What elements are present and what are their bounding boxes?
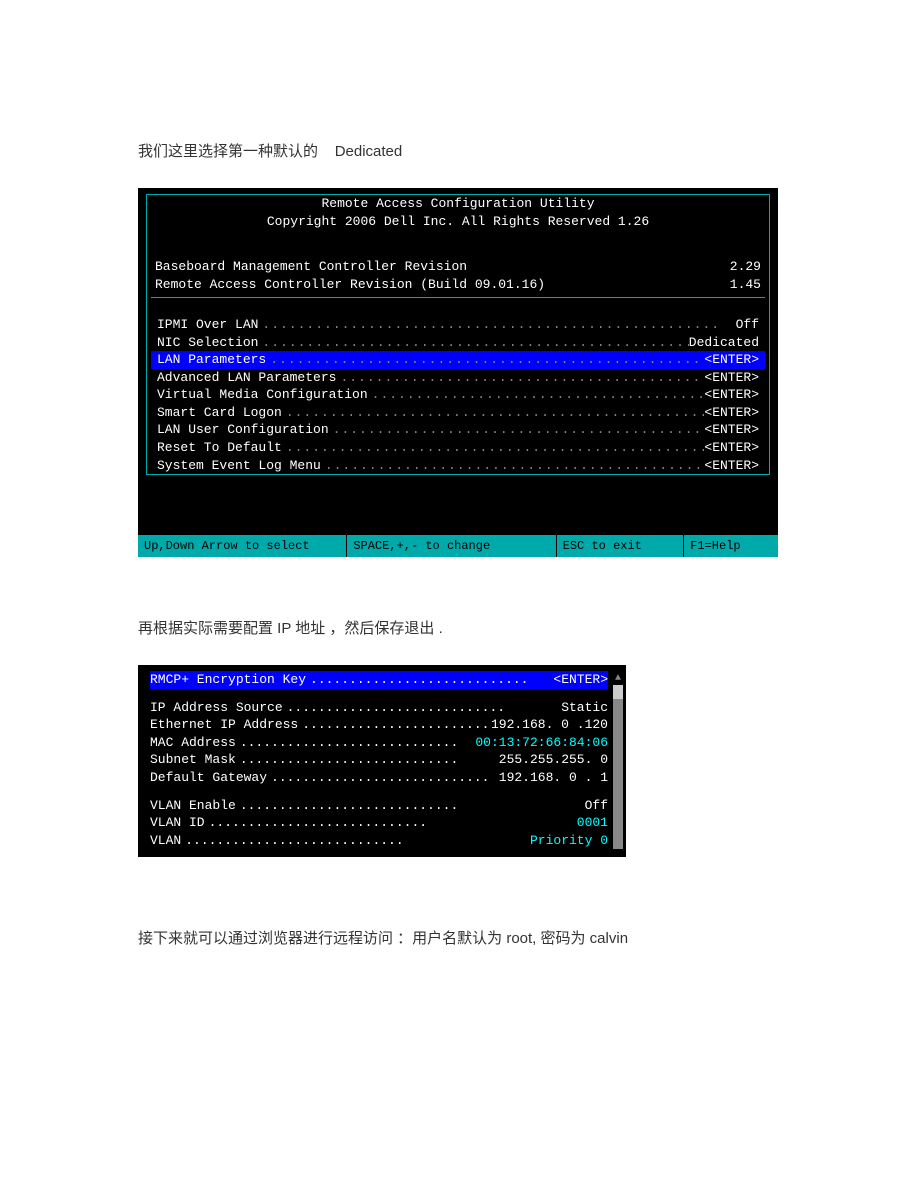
scroll-thumb[interactable] — [613, 685, 623, 699]
config-value: Priority 0 — [530, 832, 608, 850]
info-value: 2.29 — [730, 258, 761, 276]
menu-value: <ENTER> — [704, 404, 759, 422]
menu-fill: ........................................… — [282, 439, 705, 457]
menu-label: LAN User Configuration — [157, 421, 329, 439]
config-value: 255.255.255. 0 — [499, 751, 608, 769]
menu-value: <ENTER> — [704, 421, 759, 439]
status-help-hint: F1=Help — [684, 535, 778, 557]
config-row[interactable]: VLAN ............................Priorit… — [150, 832, 608, 850]
title-line-1: Remote Access Configuration Utility — [151, 195, 765, 213]
menu-item[interactable]: IPMI Over LAN ..........................… — [151, 316, 765, 334]
config-label: VLAN ID — [150, 814, 205, 832]
config-fill: ............................ — [306, 671, 553, 689]
info-row: Remote Access Controller Revision (Build… — [151, 276, 765, 294]
config-label: MAC Address — [150, 734, 236, 752]
config-fill: ............................ — [236, 734, 476, 752]
info-row: Baseboard Management Controller Revision… — [151, 258, 765, 276]
menu-label: Virtual Media Configuration — [157, 386, 368, 404]
config-fill: ............................ — [181, 832, 530, 850]
paragraph-1-suffix: Dedicated — [335, 143, 403, 160]
menu-item[interactable]: Smart Card Logon .......................… — [151, 404, 765, 422]
config-fill: ............................ — [283, 699, 562, 717]
config-fill: ............................ — [205, 814, 577, 832]
config-fill: ............................ — [298, 716, 491, 734]
menu-item[interactable]: NIC Selection ..........................… — [151, 334, 765, 352]
menu-fill: ........................................… — [321, 457, 705, 475]
menu-label: IPMI Over LAN — [157, 316, 258, 334]
status-nav-hint: Up,Down Arrow to select — [138, 535, 347, 557]
config-label: IP Address Source — [150, 699, 283, 717]
menu-label: LAN Parameters — [157, 351, 266, 369]
menu-label: NIC Selection — [157, 334, 258, 352]
menu-item[interactable]: LAN Parameters .........................… — [151, 351, 765, 369]
config-row[interactable]: MAC Address ............................… — [150, 734, 608, 752]
menu-fill: ........................................… — [368, 386, 705, 404]
config-row[interactable]: Default Gateway ........................… — [150, 769, 608, 787]
menu-item[interactable]: LAN User Configuration .................… — [151, 421, 765, 439]
title-box: Remote Access Configuration Utility Copy… — [146, 194, 770, 475]
menu-value: <ENTER> — [704, 439, 759, 457]
menu-fill: ........................................… — [258, 334, 688, 352]
status-exit-hint: ESC to exit — [557, 535, 685, 557]
status-bar: Up,Down Arrow to select SPACE,+,- to cha… — [138, 535, 778, 557]
paragraph-1: 我们这里选择第一种默认的 Dedicated — [138, 140, 782, 164]
title-line-2: Copyright 2006 Dell Inc. All Rights Rese… — [151, 213, 765, 231]
scroll-up-arrow-icon[interactable]: ▲ — [613, 673, 623, 685]
menu-fill: ........................................… — [329, 421, 705, 439]
config-value: Static — [561, 699, 608, 717]
menu-fill: ........................................… — [258, 316, 735, 334]
document-page: 我们这里选择第一种默认的 Dedicated Remote Access Con… — [0, 0, 920, 951]
config-row[interactable]: VLAN Enable ............................… — [150, 797, 608, 815]
menu-item[interactable]: System Event Log Menu ..................… — [151, 457, 765, 475]
config-row[interactable]: Ethernet IP Address ....................… — [150, 716, 608, 734]
config-label: Default Gateway — [150, 769, 267, 787]
menu-label: Reset To Default — [157, 439, 282, 457]
menu-item[interactable]: Virtual Media Configuration ............… — [151, 386, 765, 404]
config-label: VLAN — [150, 832, 181, 850]
menu-fill: ........................................… — [282, 404, 705, 422]
config-value: 192.168. 0 . 1 — [499, 769, 608, 787]
paragraph-2: 再根据实际需要配置 IP 地址 ，然后保存退出 . — [138, 617, 782, 641]
config-fill: ............................ — [267, 769, 499, 787]
info-value: 1.45 — [730, 276, 761, 294]
config-label: Ethernet IP Address — [150, 716, 298, 734]
menu-value: <ENTER> — [704, 369, 759, 387]
menu-item[interactable]: Advanced LAN Parameters ................… — [151, 369, 765, 387]
menu-fill: ........................................… — [266, 351, 704, 369]
config-row[interactable]: RMCP+ Encryption Key ...................… — [150, 671, 608, 689]
config-row[interactable]: IP Address Source ......................… — [150, 699, 608, 717]
bios-screen-1: Remote Access Configuration Utility Copy… — [138, 188, 778, 557]
menu-value: <ENTER> — [704, 457, 759, 475]
info-label: Remote Access Controller Revision (Build… — [155, 276, 545, 294]
paragraph-3: 接下来就可以通过浏览器进行远程访问 ：用户名默认为 root, 密码为 calv… — [138, 927, 782, 951]
status-change-hint: SPACE,+,- to change — [347, 535, 556, 557]
menu-value: <ENTER> — [704, 351, 759, 369]
config-value: 00:13:72:66:84:06 — [475, 734, 608, 752]
config-value: Off — [585, 797, 608, 815]
info-label: Baseboard Management Controller Revision — [155, 258, 467, 276]
config-label: VLAN Enable — [150, 797, 236, 815]
menu-item[interactable]: Reset To Default .......................… — [151, 439, 765, 457]
config-label: RMCP+ Encryption Key — [150, 671, 306, 689]
config-value: 0001 — [577, 814, 608, 832]
config-row[interactable]: Subnet Mask ............................… — [150, 751, 608, 769]
menu-value: Off — [736, 316, 759, 334]
menu-value: <ENTER> — [704, 386, 759, 404]
config-value: <ENTER> — [553, 671, 608, 689]
config-fill: ............................ — [236, 797, 585, 815]
menu-label: Advanced LAN Parameters — [157, 369, 336, 387]
config-row[interactable]: VLAN ID ............................0001 — [150, 814, 608, 832]
config-value: 192.168. 0 .120 — [491, 716, 608, 734]
config-fill: ............................ — [236, 751, 499, 769]
bios-screen-2: RMCP+ Encryption Key ...................… — [138, 665, 626, 857]
paragraph-1-prefix: 我们这里选择第一种默认的 — [138, 143, 318, 160]
scrollbar[interactable]: ▲ — [613, 673, 623, 849]
menu-value: Dedicated — [689, 334, 759, 352]
config-label: Subnet Mask — [150, 751, 236, 769]
menu-fill: ........................................… — [336, 369, 704, 387]
menu-label: System Event Log Menu — [157, 457, 321, 475]
menu-label: Smart Card Logon — [157, 404, 282, 422]
